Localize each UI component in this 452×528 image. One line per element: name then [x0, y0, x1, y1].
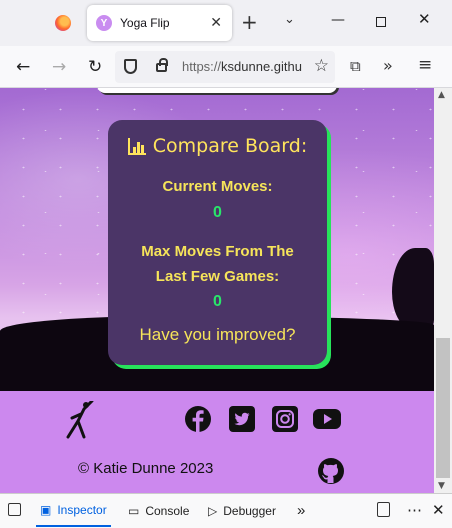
current-moves-label: Current Moves: [162, 178, 273, 195]
max-moves-label-line1: Max Moves From The [141, 243, 294, 260]
scroll-up-arrow-icon[interactable]: ▲ [438, 90, 445, 100]
browser-tab-bar: Y Yoga Flip ✕ + ⌄ — ✕ [0, 0, 452, 46]
hamburger-menu-icon[interactable]: ≡ [418, 55, 432, 75]
dock-side-icon[interactable] [377, 502, 390, 517]
back-arrow-icon[interactable]: ← [16, 57, 30, 77]
site-favicon: Y [96, 15, 112, 31]
bookmark-star-icon[interactable]: ☆ [314, 56, 329, 76]
firefox-icon [55, 15, 71, 31]
max-moves-label-line2: Last Few Games: [155, 268, 280, 285]
lock-icon[interactable] [156, 58, 168, 72]
inspector-label: Inspector [57, 502, 107, 517]
site-footer: © Katie Dunne 2023 [0, 391, 434, 493]
close-tab-icon[interactable]: ✕ [210, 15, 222, 31]
scrollbar-thumb[interactable] [436, 338, 450, 478]
url-bar[interactable]: https://ksdunne.githu ☆ [115, 51, 335, 83]
max-moves-value: 0 [213, 293, 222, 310]
console-label: Console [145, 503, 190, 518]
forward-arrow-icon[interactable]: → [52, 57, 66, 77]
url-text[interactable]: https://ksdunne.githu [182, 59, 307, 74]
instagram-icon[interactable] [271, 405, 299, 433]
firefox-view-tab[interactable] [44, 8, 82, 38]
new-tab-icon[interactable]: + [241, 10, 258, 34]
url-host: ksdunne.githu [221, 59, 302, 74]
url-prefix: https:// [182, 59, 222, 74]
compare-board: Compare Board: Current Moves: 0 Max Move… [108, 120, 327, 365]
debugger-label: Debugger [223, 503, 276, 518]
yoga-pose-logo-icon[interactable] [64, 401, 96, 439]
compare-board-title: Compare Board: [152, 135, 308, 157]
console-icon: ▭ [128, 503, 140, 518]
reload-icon[interactable]: ↻ [88, 57, 102, 77]
window-close-icon[interactable]: ✕ [418, 10, 431, 28]
navigation-toolbar: ← → ↻ https://ksdunne.githu ☆ ⧉ » ≡ [0, 46, 452, 88]
tab-title: Yoga Flip [120, 16, 170, 30]
devtools-options-icon[interactable]: ⋯ [407, 501, 422, 519]
more-tools-chevrons-icon[interactable]: » [297, 494, 305, 527]
youtube-icon[interactable] [313, 405, 341, 433]
twitter-icon[interactable] [228, 405, 256, 433]
devtools-close-icon[interactable]: ✕ [432, 501, 445, 519]
overflow-chevrons-icon[interactable]: » [383, 56, 393, 75]
page-viewport: Compare Board: Current Moves: 0 Max Move… [0, 88, 434, 493]
debugger-icon: ▷ [208, 503, 218, 518]
maximize-icon[interactable] [376, 17, 386, 27]
tab-debugger[interactable]: ▷ Debugger [208, 494, 276, 527]
page-scrollbar[interactable]: ▲ ▼ [434, 88, 452, 493]
tab-console[interactable]: ▭ Console [128, 494, 189, 527]
tracking-protection-shield-icon[interactable] [124, 59, 137, 74]
facebook-icon[interactable] [184, 405, 212, 433]
extensions-puzzle-icon[interactable]: ⧉ [350, 57, 361, 75]
tab-inspector[interactable]: ▣ Inspector [36, 494, 111, 527]
inspector-icon: ▣ [40, 502, 52, 517]
current-moves-value: 0 [213, 204, 222, 221]
game-panel-bottom-edge [97, 88, 337, 93]
improved-question: Have you improved? [139, 325, 296, 344]
copyright-text: © Katie Dunne 2023 [78, 460, 214, 477]
bar-chart-icon [127, 137, 146, 155]
list-all-tabs-icon[interactable]: ⌄ [284, 12, 295, 27]
element-picker-icon[interactable] [8, 503, 21, 516]
rock-silhouette [392, 248, 434, 328]
tab-yoga-flip[interactable]: Y Yoga Flip ✕ [87, 5, 232, 41]
github-icon[interactable] [317, 457, 345, 485]
compare-board-heading: Compare Board: [108, 135, 327, 157]
devtools-toolbar: ▣ Inspector ▭ Console ▷ Debugger » ⋯ ✕ [0, 493, 452, 528]
minimize-icon[interactable]: — [331, 12, 345, 28]
scroll-down-arrow-icon[interactable]: ▼ [438, 481, 445, 491]
